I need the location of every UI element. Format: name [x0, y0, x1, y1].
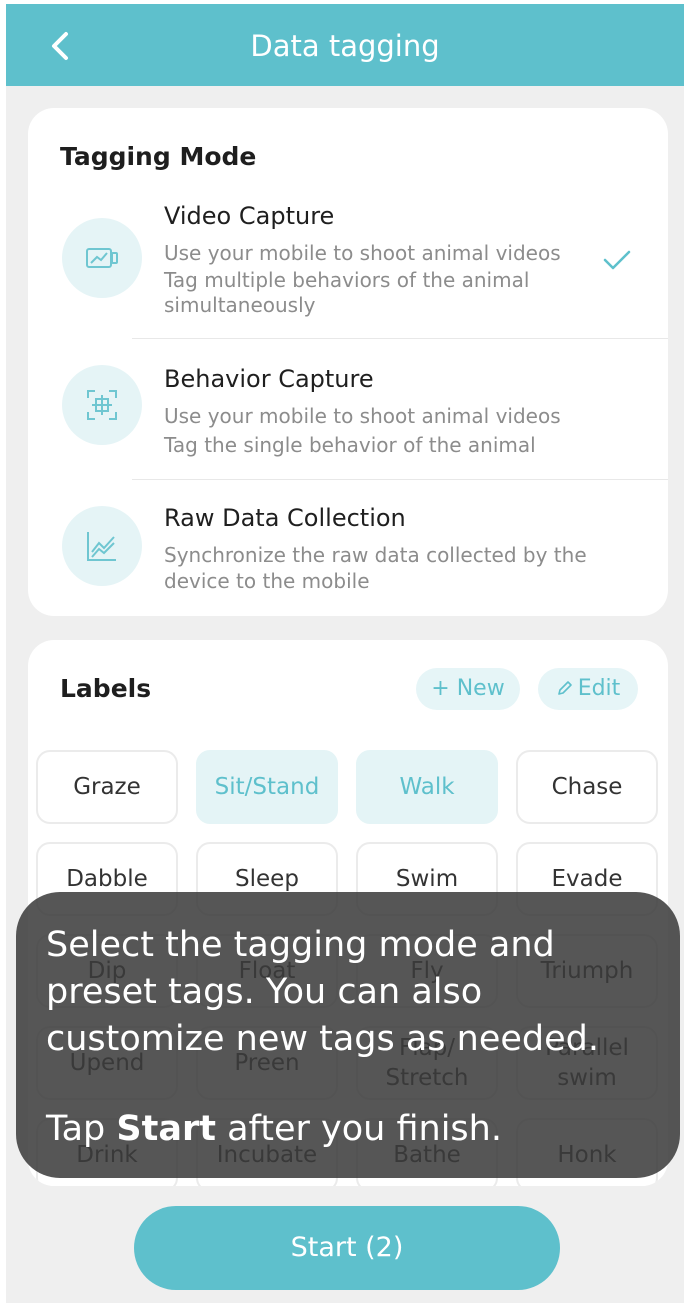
tooltip-instruction: Tap Start after you finish. — [46, 1109, 502, 1149]
edit-label: Edit — [577, 676, 621, 701]
video-icon — [86, 248, 118, 268]
mode-name: Video Capture — [164, 202, 335, 230]
page-title: Data tagging — [250, 29, 440, 63]
app-screen: Data tagging Tagging Mode Video Capture … — [6, 4, 684, 1303]
mode-description: Synchronize the raw data collected by th… — [164, 543, 587, 593]
top-bar: Data tagging — [6, 4, 684, 86]
mode-behavior-capture[interactable]: Behavior Capture Use your mobile to shoo… — [28, 339, 668, 479]
labels-title: Labels — [60, 674, 152, 703]
mode-description: Use your mobile to shoot animal videos T… — [164, 404, 561, 457]
label-chip[interactable]: Sit/Stand — [196, 750, 338, 824]
tagging-mode-card: Tagging Mode Video Capture Use your mobi… — [28, 108, 668, 616]
pencil-icon — [557, 681, 572, 695]
new-label-button[interactable]: + New — [416, 668, 520, 710]
edit-labels-button[interactable]: Edit — [538, 668, 638, 710]
label-chip[interactable]: Walk — [356, 750, 498, 824]
mode-raw-data-collection[interactable]: Raw Data Collection Synchronize the raw … — [28, 480, 668, 610]
focus-frame-icon — [87, 390, 117, 420]
label-chip[interactable]: Chase — [516, 750, 658, 824]
tooltip-text: Select the tagging mode and preset tags.… — [46, 925, 600, 1059]
checkmark-icon — [603, 250, 631, 270]
tutorial-tooltip: Select the tagging mode and preset tags.… — [16, 892, 680, 1178]
line-chart-icon — [87, 532, 116, 561]
mode-icon-bg — [62, 365, 142, 445]
label-chip[interactable]: Graze — [36, 750, 178, 824]
mode-icon-bg — [62, 218, 142, 298]
mode-name: Raw Data Collection — [164, 504, 406, 532]
mode-name: Behavior Capture — [164, 365, 374, 393]
tagging-mode-title: Tagging Mode — [60, 142, 257, 171]
mode-icon-bg — [62, 506, 142, 586]
mode-video-capture[interactable]: Video Capture Use your mobile to shoot a… — [28, 194, 668, 340]
start-button[interactable]: Start (2) — [134, 1206, 560, 1290]
mode-description: Use your mobile to shoot animal videos T… — [164, 241, 561, 317]
